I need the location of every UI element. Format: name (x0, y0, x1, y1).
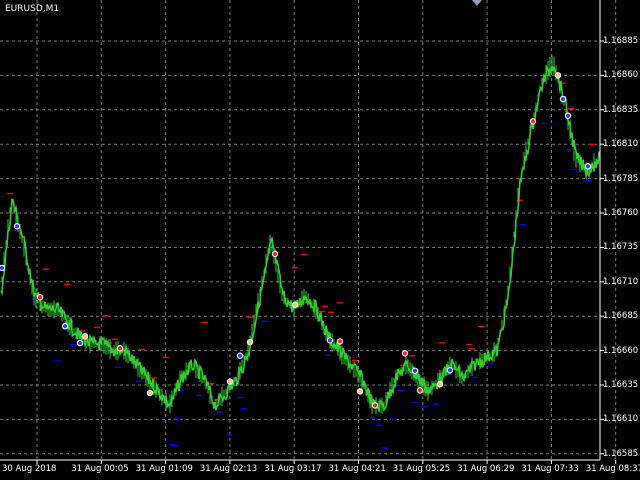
price-axis-label: 1.16735 (603, 242, 639, 253)
grid-layer (0, 0, 617, 460)
signal-arrow-core-icon (247, 340, 253, 345)
time-axis-label: 31 Aug 00:05 (71, 464, 129, 474)
signal-arrow-core-icon (447, 368, 453, 373)
price-axis-label: 1.16660 (603, 345, 639, 356)
price-axis-label: 1.16810 (603, 139, 639, 150)
signal-arrow-core-icon (417, 388, 423, 393)
signal-arrow-core-icon (560, 96, 566, 102)
chart-shift-triangle-icon[interactable] (472, 0, 482, 6)
price-axis-label: 1.16610 (603, 414, 639, 425)
signal-arrow-core-icon (237, 353, 243, 358)
price-axis-label: 1.16835 (603, 104, 639, 115)
signal-layer (7, 82, 595, 449)
signal-arrow-core-icon (337, 339, 343, 344)
signal-arrow-core-icon (372, 403, 378, 408)
signal-arrow-core-icon (0, 265, 5, 271)
chart-canvas[interactable] (0, 0, 640, 480)
time-axis-label: 31 Aug 04:21 (328, 464, 386, 474)
time-axis-label: 31 Aug 07:33 (521, 464, 579, 474)
signal-arrow-core-icon (227, 379, 233, 384)
price-axis-label: 1.16585 (603, 448, 639, 459)
signal-arrow-core-icon (117, 346, 123, 351)
signal-arrow-core-icon (585, 164, 591, 169)
signal-arrow-core-icon (82, 334, 88, 339)
time-axis-label: 31 Aug 06:29 (457, 464, 515, 474)
signal-arrow-core-icon (292, 302, 298, 307)
arrow-layer (0, 72, 592, 409)
price-axis-label: 1.16760 (603, 208, 639, 218)
price-axis-label: 1.16785 (603, 173, 639, 184)
time-axis-label: 31 Aug 08:37 (585, 464, 640, 474)
signal-arrow-core-icon (77, 340, 83, 346)
price-axis-label: 1.16635 (603, 380, 639, 390)
signal-arrow-core-icon (530, 119, 536, 124)
signal-arrow-core-icon (402, 351, 408, 356)
axis-layer (0, 0, 617, 464)
signal-arrow-core-icon (62, 324, 68, 329)
signal-arrow-core-icon (14, 224, 20, 229)
signal-arrow-core-icon (565, 113, 571, 118)
price-axis-label: 1.16710 (603, 276, 639, 287)
chart-title: EURUSD,M1 (5, 4, 60, 14)
price-layer (0, 55, 600, 415)
signal-arrow-core-icon (412, 368, 418, 373)
signal-arrow-core-icon (357, 389, 363, 394)
price-series-line (0, 64, 600, 412)
time-axis-label: 31 Aug 02:13 (199, 464, 258, 474)
price-axis-label: 1.16860 (603, 70, 639, 81)
time-axis-label: 30 Aug 2018 (2, 464, 57, 474)
chart-window[interactable]: EURUSD,M1 1.16885 1.16860 1.16835 1.16810 1.… (0, 0, 640, 480)
signal-arrow-core-icon (147, 390, 153, 396)
price-axis-label: 1.16885 (603, 36, 639, 46)
time-axis-label: 31 Aug 03:17 (264, 464, 322, 474)
signal-arrow-core-icon (327, 338, 333, 343)
time-axis-label: 31 Aug 05:25 (392, 464, 451, 474)
signal-arrow-core-icon (37, 295, 43, 300)
signal-arrow-core-icon (555, 73, 561, 78)
signal-arrow-core-icon (437, 382, 443, 387)
time-axis-label: 31 Aug 01:09 (135, 464, 193, 474)
price-axis-label: 1.16685 (603, 311, 639, 322)
signal-arrow-core-icon (272, 251, 278, 256)
